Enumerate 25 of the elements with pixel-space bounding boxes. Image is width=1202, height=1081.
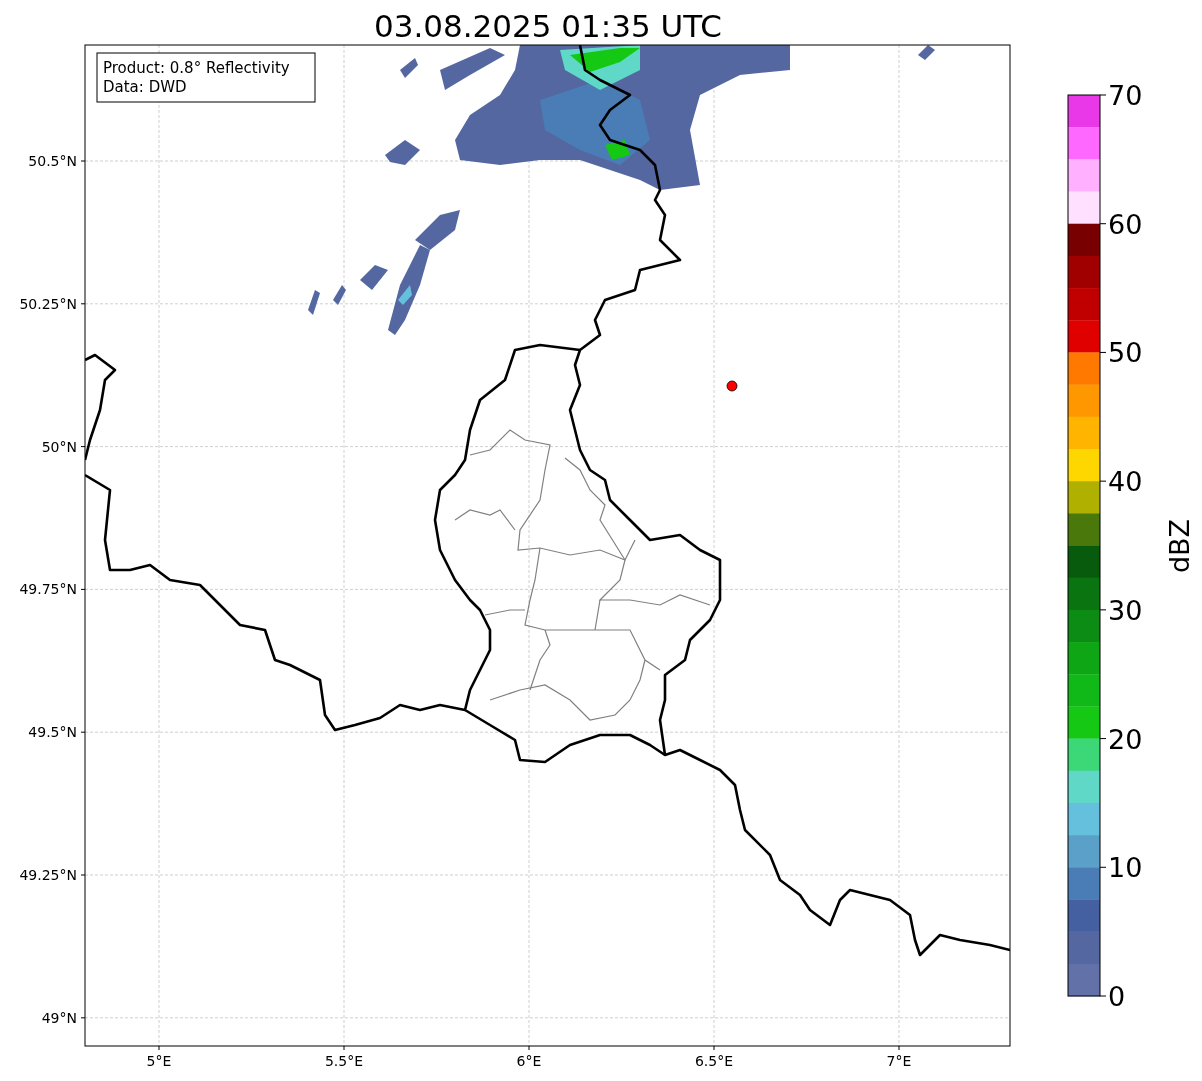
- colorbar-label: dBZ: [1164, 518, 1195, 574]
- y-tick-label: 49.25°N: [19, 867, 77, 883]
- x-tick-label: 5°E: [146, 1053, 172, 1069]
- y-tick-label: 49.75°N: [19, 581, 77, 598]
- y-tick-label: 50.25°N: [19, 295, 77, 312]
- colorbar-tick-label: 0: [1108, 981, 1126, 1012]
- x-tick-label: 6.5°E: [694, 1053, 734, 1069]
- colorbar-tick-label: 50: [1108, 337, 1143, 369]
- colorbar-tick-label: 70: [1108, 80, 1143, 111]
- y-tick-label: 49.5°N: [28, 724, 77, 741]
- colorbar-tick-label: 30: [1108, 594, 1143, 626]
- colorbar-tick-label: 60: [1108, 208, 1143, 240]
- station-marker: [726, 380, 738, 392]
- annotation-text: Product: 0.8° Reflectivity: [103, 59, 290, 77]
- x-tick-label: 7°E: [886, 1053, 912, 1069]
- x-tick-label: 5.5°E: [324, 1053, 364, 1069]
- colorbar-tick-label: 20: [1108, 723, 1143, 755]
- x-tick-label: 6°E: [516, 1053, 542, 1069]
- y-tick-label: 50.5°N: [28, 153, 77, 169]
- chart-title: 03.08.2025 01:35 UTC: [374, 8, 722, 44]
- annotation-text: Data: DWD: [103, 78, 187, 96]
- colorbar-tick-label: 10: [1108, 852, 1143, 884]
- colorbar-tick-label: 40: [1108, 466, 1143, 498]
- y-tick-label: 50°N: [41, 438, 77, 455]
- y-tick-label: 49°N: [41, 1009, 77, 1026]
